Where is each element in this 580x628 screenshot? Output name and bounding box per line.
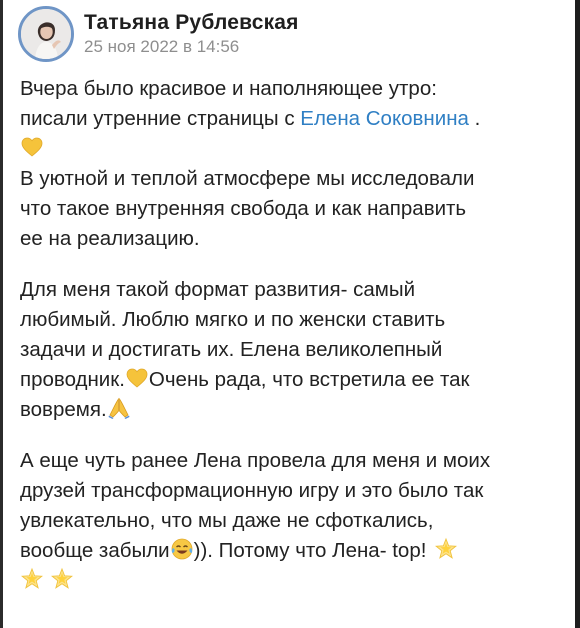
paragraph-2: Для меня такой формат развития- самый лю… xyxy=(20,275,560,425)
author-name[interactable]: Татьяна Рублевская xyxy=(84,10,299,36)
text-line: что такое внутренняя свобода и как напра… xyxy=(20,197,467,220)
text-line: увлекательно, что мы даже не сфоткались, xyxy=(20,509,434,532)
yellow-heart-icon xyxy=(20,135,44,159)
text-line: Для меня такой формат развития- самый xyxy=(20,278,416,301)
text-line: задачи и достигать их. Елена великолепны… xyxy=(20,338,443,361)
glowing-star-icon xyxy=(434,537,458,561)
text-line: писали утренние страницы с xyxy=(20,107,301,130)
post-header: Татьяна Рублевская 25 ноя 2022 в 14:56 xyxy=(18,6,299,62)
text-line: ее на реализацию. xyxy=(20,227,200,250)
text-line: )). Потому что Лена- top! xyxy=(193,539,433,562)
paragraph-1: Вчера было красивое и наполняющее утро: … xyxy=(20,74,560,254)
screen-edge-left xyxy=(0,0,3,628)
glowing-star-icon xyxy=(20,567,44,591)
post-card: Татьяна Рублевская 25 ноя 2022 в 14:56 В… xyxy=(0,0,580,628)
yellow-heart-icon xyxy=(125,366,149,390)
text-line: Вчера было красивое и наполняющее утро: xyxy=(20,77,437,100)
mention-link[interactable]: Елена Соковнина xyxy=(300,107,469,130)
author-photo-icon xyxy=(21,9,71,59)
text-line: А еще чуть ранее Лена провела для меня и… xyxy=(20,449,491,472)
text-line: любимый. Люблю мягко и по женски ставить xyxy=(20,308,446,331)
text-line: вовремя. xyxy=(20,398,107,421)
text-line: . xyxy=(468,107,481,130)
screen-edge-right xyxy=(575,0,580,628)
text-line: В уютной и теплой атмосфере мы исследова… xyxy=(20,167,475,190)
post-date[interactable]: 25 ноя 2022 в 14:56 xyxy=(84,36,299,58)
post-meta: Татьяна Рублевская 25 ноя 2022 в 14:56 xyxy=(84,10,299,58)
text-line: вообще забыли xyxy=(20,539,170,562)
paragraph-3: А еще чуть ранее Лена провела для меня и… xyxy=(20,446,560,596)
folded-hands-icon xyxy=(107,396,131,420)
tears-of-joy-icon xyxy=(170,537,194,561)
text-line: проводник. xyxy=(20,368,125,391)
glowing-star-icon xyxy=(50,567,74,591)
post-text: Вчера было красивое и наполняющее утро: … xyxy=(20,74,560,596)
text-line: друзей трансформационную игру и это было… xyxy=(20,479,484,502)
avatar[interactable] xyxy=(18,6,74,62)
text-line: Очень рада, что встретила ее так xyxy=(148,368,470,391)
